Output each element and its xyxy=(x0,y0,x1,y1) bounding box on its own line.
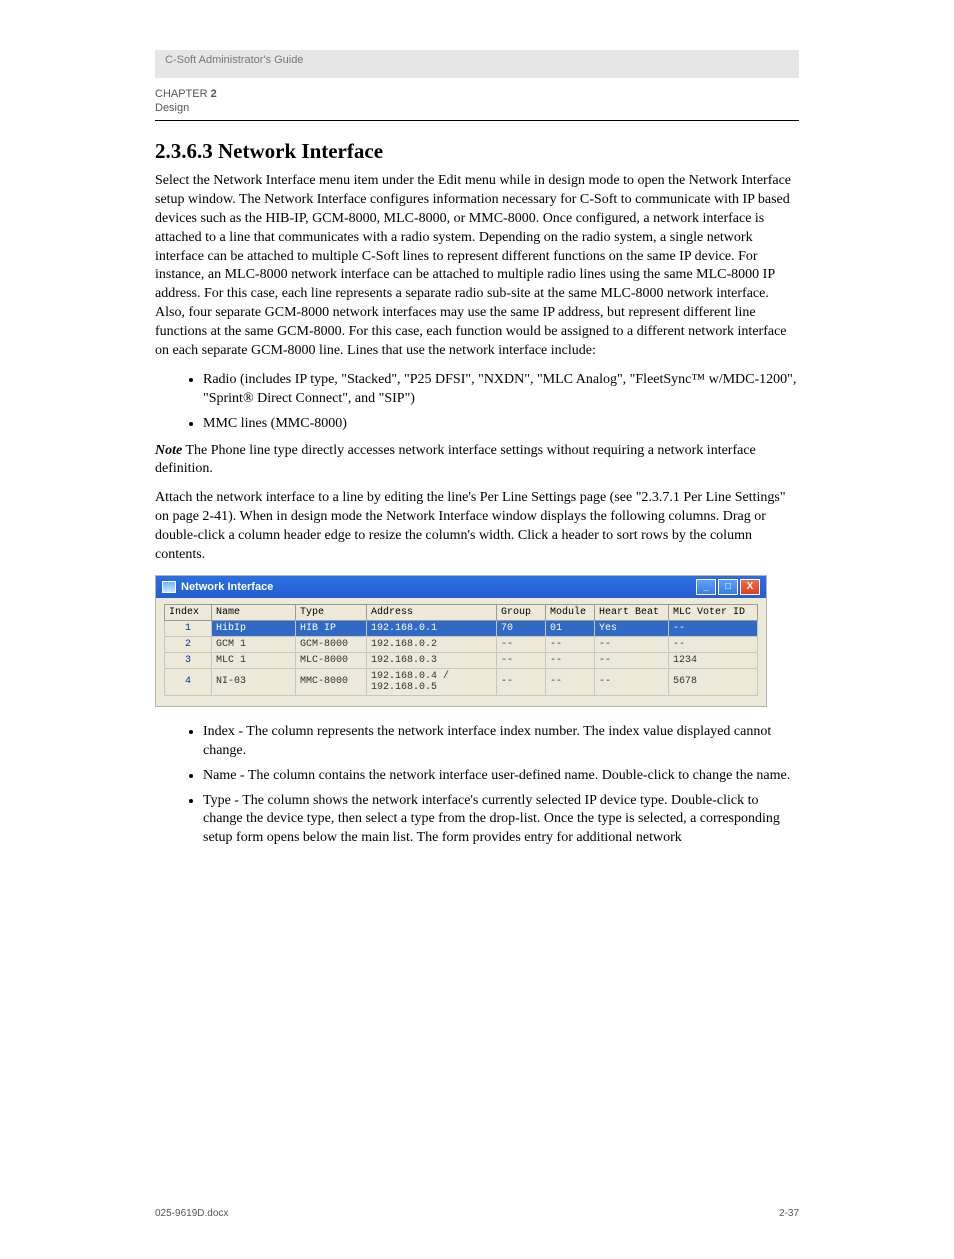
network-interface-table[interactable]: Index Name Type Address Group Module Hea… xyxy=(164,604,758,696)
maximize-button[interactable]: □ xyxy=(718,579,738,595)
cell-heartbeat[interactable]: Yes xyxy=(595,620,669,636)
paragraph-2: Attach the network interface to a line b… xyxy=(155,489,799,565)
window-buttons: _ □ X xyxy=(696,579,760,595)
table-row[interactable]: 2 GCM 1 GCM-8000 192.168.0.2 -- -- -- -- xyxy=(165,636,758,652)
paragraph-1: Select the Network Interface menu item u… xyxy=(155,172,799,361)
section-title: 2.3.6.3 Network Interface xyxy=(155,139,799,164)
window-body: Index Name Type Address Group Module Hea… xyxy=(156,598,766,706)
cell-heartbeat[interactable]: -- xyxy=(595,668,669,695)
window-titlebar: Network Interface _ □ X xyxy=(156,576,766,598)
cell-type[interactable]: MLC-8000 xyxy=(296,652,367,668)
cell-index: 2 xyxy=(165,636,212,652)
line-type-list: Radio (includes IP type, "Stacked", "P25… xyxy=(155,371,799,434)
col-group[interactable]: Group xyxy=(497,604,546,620)
list-item: MMC lines (MMC-8000) xyxy=(203,415,799,434)
table-row[interactable]: 3 MLC 1 MLC-8000 192.168.0.3 -- -- -- 12… xyxy=(165,652,758,668)
col-name[interactable]: Name xyxy=(212,604,296,620)
cell-heartbeat[interactable]: -- xyxy=(595,636,669,652)
footer-right: 2-37 xyxy=(779,1208,799,1219)
cell-type[interactable]: GCM-8000 xyxy=(296,636,367,652)
page-header: C-Soft Administrator's Guide xyxy=(155,50,799,78)
col-mlc-voter[interactable]: MLC Voter ID xyxy=(669,604,758,620)
list-item: Radio (includes IP type, "Stacked", "P25… xyxy=(203,371,799,409)
cell-group[interactable]: -- xyxy=(497,636,546,652)
cell-group[interactable]: -- xyxy=(497,668,546,695)
page-footer: 025-9619D.docx 2-37 xyxy=(155,1208,799,1219)
cell-group[interactable]: -- xyxy=(497,652,546,668)
cell-module[interactable]: -- xyxy=(546,652,595,668)
section-label: Design xyxy=(155,102,799,114)
cell-index: 3 xyxy=(165,652,212,668)
header-rule xyxy=(155,120,799,121)
col-type[interactable]: Type xyxy=(296,604,367,620)
note-text: The Phone line type directly accesses ne… xyxy=(155,443,756,477)
cell-type[interactable]: MMC-8000 xyxy=(296,668,367,695)
cell-mlc[interactable]: 5678 xyxy=(669,668,758,695)
minimize-button[interactable]: _ xyxy=(696,579,716,595)
cell-mlc[interactable]: -- xyxy=(669,620,758,636)
footer-left: 025-9619D.docx xyxy=(155,1208,228,1219)
list-item: Name - The column contains the network i… xyxy=(203,767,799,786)
window-title: Network Interface xyxy=(181,581,273,593)
table-row[interactable]: 4 NI-03 MMC-8000 192.168.0.4 / 192.168.0… xyxy=(165,668,758,695)
cell-type[interactable]: HIB IP xyxy=(296,620,367,636)
cell-index: 1 xyxy=(165,620,212,636)
cell-name[interactable]: GCM 1 xyxy=(212,636,296,652)
cell-address[interactable]: 192.168.0.2 xyxy=(367,636,497,652)
list-item: Index - The column represents the networ… xyxy=(203,723,799,761)
cell-heartbeat[interactable]: -- xyxy=(595,652,669,668)
table-header-row[interactable]: Index Name Type Address Group Module Hea… xyxy=(165,604,758,620)
cell-mlc[interactable]: 1234 xyxy=(669,652,758,668)
cell-index: 4 xyxy=(165,668,212,695)
list-item: Type - The column shows the network inte… xyxy=(203,792,799,849)
note-paragraph: Note The Phone line type directly access… xyxy=(155,442,799,480)
network-interface-window: Network Interface _ □ X Index Name Type … xyxy=(155,575,767,707)
col-address[interactable]: Address xyxy=(367,604,497,620)
window-icon xyxy=(162,581,176,593)
note-label: Note xyxy=(155,443,182,458)
cell-name[interactable]: MLC 1 xyxy=(212,652,296,668)
cell-address[interactable]: 192.168.0.4 / 192.168.0.5 xyxy=(367,668,497,695)
cell-address[interactable]: 192.168.0.3 xyxy=(367,652,497,668)
header-left: C-Soft Administrator's Guide xyxy=(165,54,303,74)
cell-group[interactable]: 70 xyxy=(497,620,546,636)
cell-address[interactable]: 192.168.0.1 xyxy=(367,620,497,636)
close-button[interactable]: X xyxy=(740,579,760,595)
table-row[interactable]: 1 HibIp HIB IP 192.168.0.1 70 01 Yes -- xyxy=(165,620,758,636)
cell-module[interactable]: -- xyxy=(546,636,595,652)
cell-mlc[interactable]: -- xyxy=(669,636,758,652)
cell-module[interactable]: 01 xyxy=(546,620,595,636)
chapter-label: CHAPTER 2 xyxy=(155,88,799,100)
cell-module[interactable]: -- xyxy=(546,668,595,695)
col-heartbeat[interactable]: Heart Beat xyxy=(595,604,669,620)
cell-name[interactable]: NI-03 xyxy=(212,668,296,695)
col-module[interactable]: Module xyxy=(546,604,595,620)
cell-name[interactable]: HibIp xyxy=(212,620,296,636)
col-index[interactable]: Index xyxy=(165,604,212,620)
column-description-list: Index - The column represents the networ… xyxy=(155,723,799,848)
